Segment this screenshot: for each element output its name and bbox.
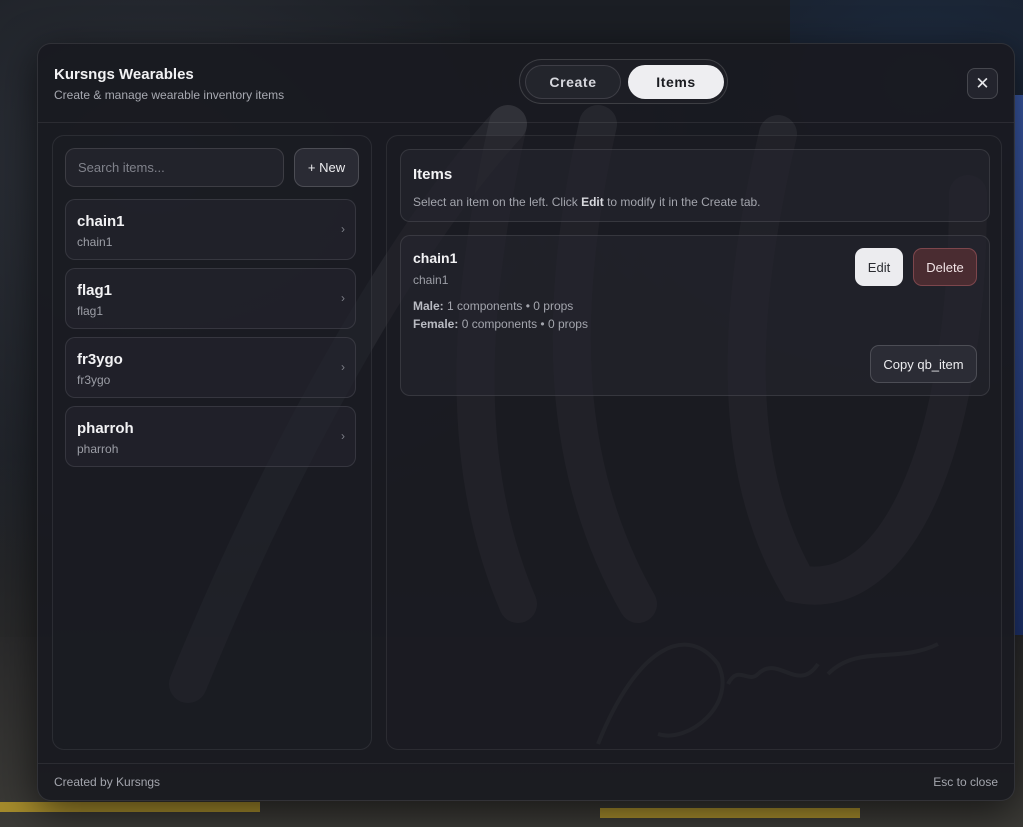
list-item-fr3ygo[interactable]: fr3ygo fr3ygo › — [65, 337, 356, 398]
edit-button[interactable]: Edit — [855, 248, 903, 286]
chevron-right-icon: › — [341, 291, 345, 305]
list-item-id: flag1 — [77, 304, 104, 318]
tab-bar: Create Items — [519, 59, 728, 104]
list-item-pharroh[interactable]: pharroh pharroh › — [65, 406, 356, 467]
item-sidebar: + New chain1 chain1 › flag1 flag1 › fr3y… — [52, 135, 372, 750]
list-item-flag1[interactable]: flag1 flag1 › — [65, 268, 356, 329]
chevron-right-icon: › — [341, 222, 345, 236]
delete-button[interactable]: Delete — [913, 248, 977, 286]
list-item-id: pharroh — [77, 442, 119, 456]
header: Kursngs Wearables Create & manage wearab… — [38, 44, 1014, 123]
tab-items[interactable]: Items — [628, 65, 724, 99]
female-stats: Female: 0 components • 0 props — [413, 317, 588, 331]
app-subtitle: Create & manage wearable inventory items — [54, 88, 285, 102]
wearables-panel: Kursngs Wearables Create & manage wearab… — [37, 43, 1015, 801]
search-input[interactable] — [65, 148, 284, 187]
list-item-name: chain1 — [77, 213, 125, 230]
road-stripe — [0, 802, 260, 812]
app-title: Kursngs Wearables — [54, 66, 194, 83]
footer-credit: Created by Kursngs — [54, 775, 161, 789]
info-text-edit-keyword: Edit — [581, 195, 604, 209]
list-item-name: pharroh — [77, 420, 134, 437]
male-stats: Male: 1 components • 0 props — [413, 299, 574, 313]
info-text: Select an item on the left. Click Edit t… — [413, 195, 761, 209]
footer: Created by Kursngs Esc to close — [38, 763, 1014, 800]
road-stripe — [600, 808, 860, 818]
chevron-right-icon: › — [341, 429, 345, 443]
list-item-id: chain1 — [77, 235, 113, 249]
section-title: Items — [413, 166, 453, 183]
new-item-button[interactable]: + New — [294, 148, 359, 187]
list-item-name: flag1 — [77, 282, 113, 299]
list-item-name: fr3ygo — [77, 351, 123, 368]
detail-item-name: chain1 — [413, 250, 458, 266]
chevron-right-icon: › — [341, 360, 345, 374]
copy-qb-item-button[interactable]: Copy qb_item — [870, 345, 977, 383]
item-main: Items Select an item on the left. Click … — [386, 135, 1002, 750]
list-item-chain1[interactable]: chain1 chain1 › — [65, 199, 356, 260]
close-button[interactable]: ✕ — [967, 68, 998, 99]
close-icon: ✕ — [975, 73, 990, 93]
footer-hint: Esc to close — [933, 775, 998, 789]
detail-item-id: chain1 — [413, 273, 449, 287]
tab-create[interactable]: Create — [525, 65, 621, 99]
list-item-id: fr3ygo — [77, 373, 111, 387]
item-detail-card: chain1 chain1 Male: 1 components • 0 pro… — [400, 235, 990, 396]
info-card: Items Select an item on the left. Click … — [400, 149, 990, 222]
item-list: chain1 chain1 › flag1 flag1 › fr3ygo fr3… — [65, 199, 356, 475]
